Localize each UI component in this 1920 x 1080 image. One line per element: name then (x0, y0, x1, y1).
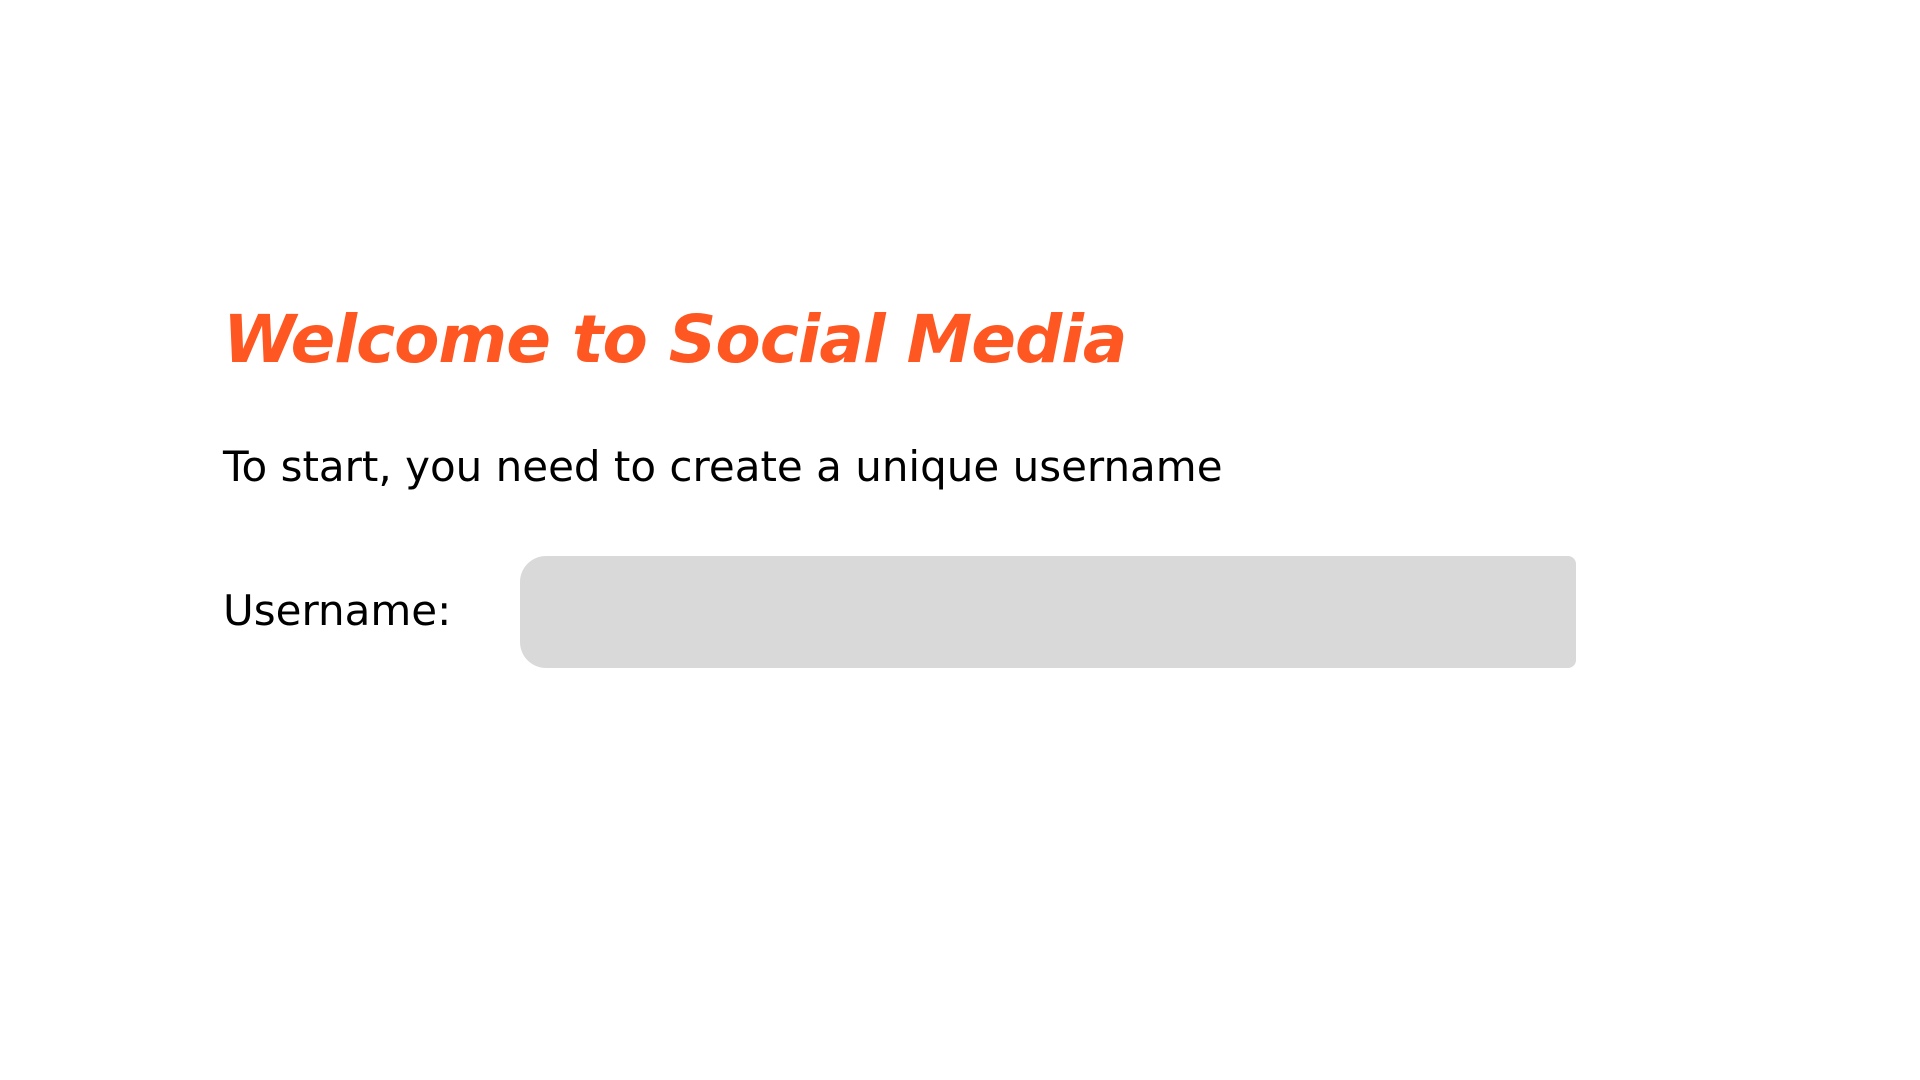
username-input[interactable] (520, 556, 1576, 668)
username-label: Username: (223, 586, 452, 635)
page-subtitle: To start, you need to create a unique us… (223, 442, 1223, 491)
page-title: Welcome to Social Media (223, 301, 1127, 378)
welcome-page: Welcome to Social Media To start, you ne… (0, 0, 1920, 1080)
